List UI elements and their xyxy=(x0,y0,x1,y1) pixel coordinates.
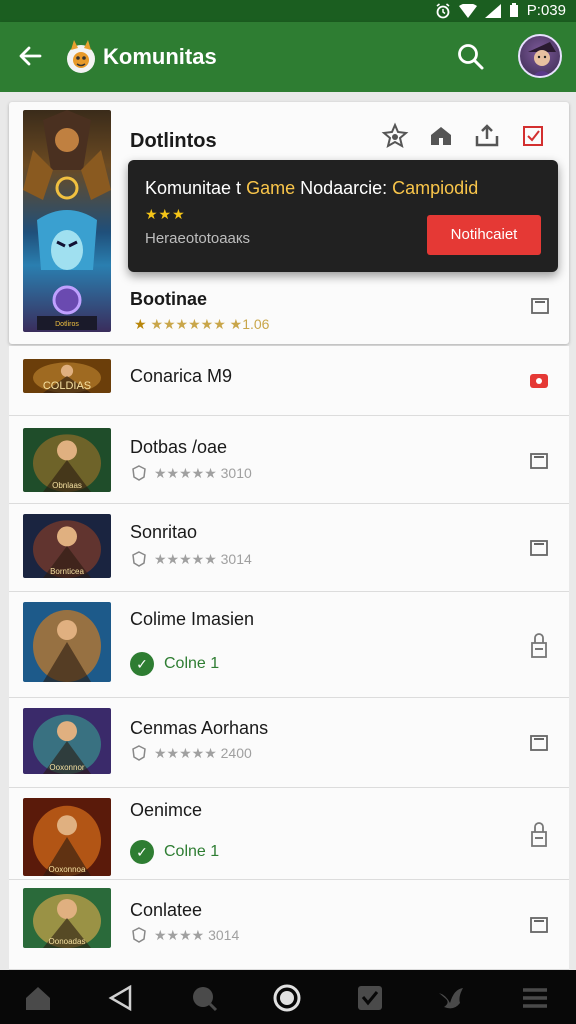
game-title: Colime Imasien xyxy=(130,609,255,629)
featured-subtitle: Bootinae xyxy=(130,289,208,309)
lock-icon[interactable] xyxy=(530,820,548,848)
profile-avatar[interactable] xyxy=(518,34,562,78)
alarm-icon xyxy=(436,2,450,18)
thumbnail-label: Obnlaas xyxy=(52,481,82,490)
screen-icon[interactable] xyxy=(530,453,548,469)
status-text: Colne 1 xyxy=(164,655,220,672)
status-icons: P:039 xyxy=(435,2,566,19)
check-icon: ✓ xyxy=(130,840,154,864)
battery-icon xyxy=(509,3,518,17)
rating-text: ★★★★★ 2400 xyxy=(154,744,252,761)
check-icon: ✓ xyxy=(130,652,154,676)
home-circle-icon[interactable] xyxy=(272,983,302,1013)
list-item[interactable]: Colime Imasien ✓ Colne 1 xyxy=(9,592,569,698)
popup-title: Komunitae t Game Nodaarcie: Campiodid xyxy=(145,178,478,199)
check-box-icon[interactable] xyxy=(519,122,547,150)
popup-title-highlight: Game xyxy=(246,178,296,198)
check-square-icon[interactable] xyxy=(355,983,385,1013)
game-thumbnail: Oonoadas xyxy=(23,888,111,948)
badge-icon xyxy=(132,927,146,943)
wifi-icon xyxy=(458,3,477,18)
game-rating: ★★★★★ 2400 xyxy=(130,744,252,762)
badge-icon xyxy=(132,745,146,761)
star-badge-icon[interactable] xyxy=(381,122,409,150)
list-item[interactable]: COLDIAS Conarica M9 xyxy=(9,346,569,416)
screen-icon[interactable] xyxy=(531,298,549,314)
game-thumbnail xyxy=(23,602,111,682)
popup-title-highlight2: Campiodid xyxy=(392,178,479,198)
featured-art-label: Dotliros xyxy=(55,321,79,328)
screen-icon[interactable] xyxy=(530,540,548,556)
search-icon[interactable] xyxy=(455,41,487,73)
game-title: Conarica M9 xyxy=(130,366,233,386)
nav-bar xyxy=(0,970,576,1024)
game-list: COLDIAS Conarica M9 Obnlaas Dotbas /oae ★… xyxy=(9,346,569,970)
featured-rating-text: ★★★★★★ ★1.06 xyxy=(150,316,270,332)
thumbnail-label: Bornticea xyxy=(50,567,84,576)
list-item[interactable]: Ooxonnoa Oenimce ✓ Colne 1 xyxy=(9,788,569,880)
list-item[interactable]: Ooxonnor Cenmas Aorhans ★★★★★ 2400 xyxy=(9,698,569,788)
app-title: Komunitas xyxy=(103,44,217,69)
arrow-left-icon[interactable] xyxy=(14,40,46,72)
status-bar: P:039 xyxy=(0,0,576,22)
search-icon[interactable] xyxy=(189,983,219,1013)
app-bar: Komunitas xyxy=(0,22,576,92)
status-text: Colne 1 xyxy=(164,843,220,860)
game-thumbnail: Ooxonnoa xyxy=(23,798,111,876)
lock-icon[interactable] xyxy=(530,631,548,659)
game-rating: ★★★★ 3014 xyxy=(130,926,239,944)
install-status: ✓ Colne 1 xyxy=(130,840,219,864)
install-status: ✓ Colne 1 xyxy=(130,652,219,676)
featured-game-art: Dotliros xyxy=(23,110,111,332)
popup-title-part2: Nodaarcie: xyxy=(295,178,393,198)
game-title: Conlatee xyxy=(130,900,203,920)
game-thumbnail: COLDIAS xyxy=(23,359,111,393)
thumbnail-label: Ooxonnor xyxy=(49,763,84,772)
list-item[interactable]: Obnlaas Dotbas /oae ★★★★★ 3010 xyxy=(9,418,569,504)
game-thumbnail: Bornticea xyxy=(23,514,111,578)
game-title: Dotbas /oae xyxy=(130,437,228,457)
back-triangle-icon[interactable] xyxy=(106,983,136,1013)
game-title: Oenimce xyxy=(130,800,203,820)
thumbnail-label: COLDIAS xyxy=(43,380,91,392)
list-item[interactable]: Bornticea Sonritao ★★★★★ 3014 xyxy=(9,504,569,592)
popup-title-part1: Komunitae t xyxy=(145,178,247,198)
rating-star-icon: ★ xyxy=(134,316,147,332)
game-rating: ★★★★★ 3010 xyxy=(130,464,252,482)
rating-text: ★★★★ 3014 xyxy=(154,926,240,943)
game-title: Sonritao xyxy=(130,522,198,542)
list-item[interactable]: Oonoadas Conlatee ★★★★ 3014 xyxy=(9,880,569,970)
home-icon[interactable] xyxy=(23,983,53,1013)
bird-icon[interactable] xyxy=(436,983,466,1013)
notification-popup: Komunitae t Game Nodaarcie: Campiodid ★★… xyxy=(128,160,558,272)
game-thumbnail: Ooxonnor xyxy=(23,708,111,774)
rating-text: ★★★★★ 3014 xyxy=(154,550,252,567)
badge-icon xyxy=(132,551,146,567)
featured-title: Dotlintos xyxy=(130,130,217,152)
game-thumbnail: Obnlaas xyxy=(23,428,111,492)
content-area: Dotliros Dotlintos Komunitae t Game Noda… xyxy=(0,92,576,970)
featured-rating: ★ ★★★★★★ ★1.06 xyxy=(134,316,269,333)
red-badge-icon[interactable] xyxy=(530,373,548,389)
game-rating: ★★★★★ 3014 xyxy=(130,550,252,568)
upload-icon[interactable] xyxy=(473,122,501,150)
status-time: P:039 xyxy=(526,2,566,19)
rating-text: ★★★★★ 3010 xyxy=(154,464,252,481)
screen-icon[interactable] xyxy=(530,917,548,933)
thumbnail-label: Ooxonnoa xyxy=(49,865,86,874)
signal-icon xyxy=(484,3,501,18)
featured-card[interactable]: Dotliros Dotlintos Komunitae t Game Noda… xyxy=(9,102,569,344)
popup-stars: ★★★ xyxy=(145,206,186,222)
app-logo-icon xyxy=(67,40,95,73)
menu-icon[interactable] xyxy=(520,983,550,1013)
card-actions xyxy=(381,122,547,150)
screen-icon[interactable] xyxy=(530,735,548,751)
popup-subtitle: Hеrаеоtоtоаaкs xyxy=(145,230,250,247)
game-title: Cenmas Aorhans xyxy=(130,718,269,738)
thumbnail-label: Oonoadas xyxy=(49,937,86,946)
notify-button[interactable]: Notihcaiet xyxy=(427,215,541,255)
badge-icon xyxy=(132,465,146,481)
home-icon[interactable] xyxy=(427,122,455,150)
